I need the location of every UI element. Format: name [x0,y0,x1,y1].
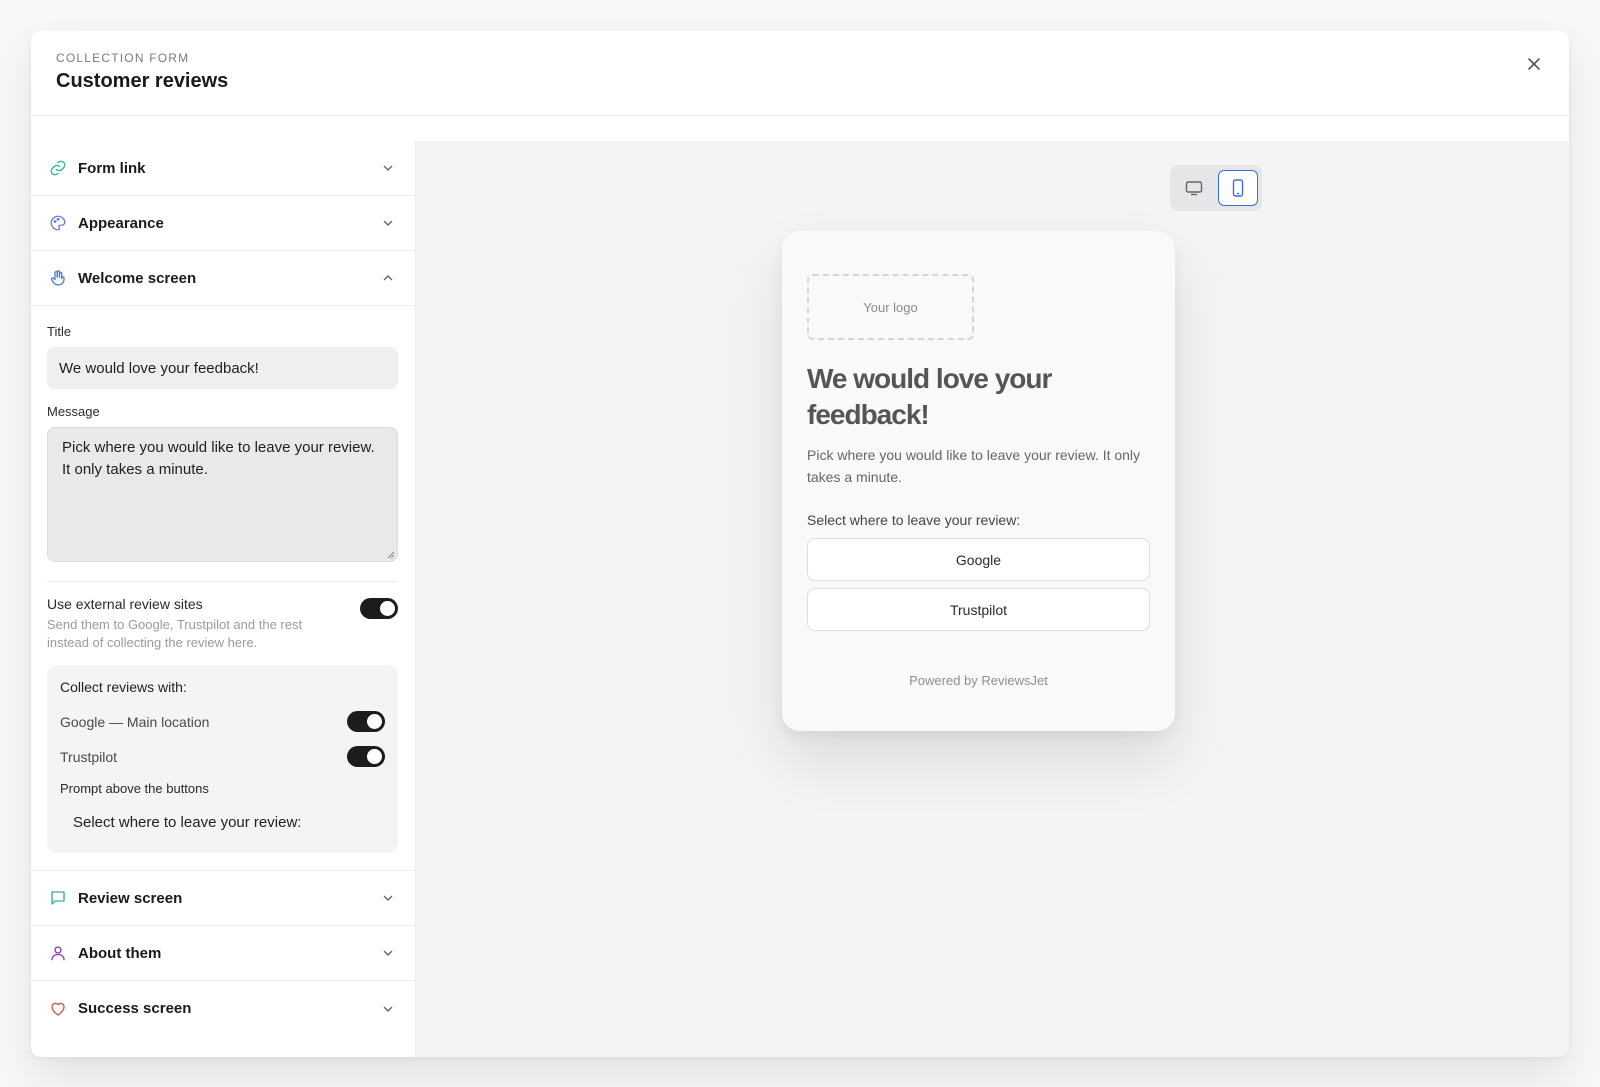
preview-title: We would love your feedback! [807,363,1052,430]
message-label: Message [47,404,100,419]
modal-title: Customer reviews [56,70,229,92]
external-sites-toggle[interactable] [360,598,398,619]
close-icon [1528,58,1540,70]
section-label: About them [78,944,162,962]
chevron-down-icon [381,161,395,175]
welcome-screen-panel: Title We would love your feedback! Messa… [31,306,415,871]
form-preview: Your logo We would love your feedback! P… [416,141,1569,1057]
logo-placeholder[interactable]: Your logo [807,274,974,340]
collect-title: Collect reviews with: [60,679,187,695]
section-label: Success screen [78,1000,192,1017]
site-label: Trustpilot [60,748,118,765]
desktop-view-button[interactable] [1174,170,1214,206]
external-sites-row: Use external review sites Send them to G… [47,596,398,652]
trustpilot-review-button[interactable]: Trustpilot [807,588,1150,631]
section-label: Review screen [78,889,183,907]
title-input[interactable]: We would love your feedback! [47,347,398,389]
heart-icon [47,998,69,1020]
prompt-label: Prompt above the buttons [60,781,209,796]
section-appearance[interactable]: Appearance [31,196,415,251]
trustpilot-toggle[interactable] [347,746,385,767]
prompt-input[interactable]: Select where to leave your review: [60,808,385,837]
close-button[interactable] [1523,53,1545,75]
site-label: Google — Main location [60,713,210,730]
chevron-down-icon [381,891,395,905]
section-form-link[interactable]: Form link [31,141,415,196]
google-review-button[interactable]: Google [807,538,1150,581]
palette-icon [47,212,69,234]
chevron-up-icon [381,271,395,285]
person-icon [47,942,69,964]
device-toggle [1170,165,1262,211]
chevron-down-icon [381,946,395,960]
section-welcome-screen[interactable]: Welcome screen [31,251,415,306]
chevron-down-icon [381,1002,395,1016]
mobile-icon [1232,179,1244,197]
settings-sidebar: Form link Appearance Welcome screen Titl… [31,141,416,1057]
external-sites-label: Use external review sites [47,596,203,612]
section-review-screen[interactable]: Review screen [31,871,415,926]
divider [47,581,398,582]
chat-bubble-icon [47,887,69,909]
title-label: Title [47,324,72,339]
section-success-screen[interactable]: Success screen [31,981,415,1036]
section-label: Form link [78,159,146,177]
preview-message: Pick where you would like to leave your … [807,447,1141,485]
mobile-view-button[interactable] [1218,170,1258,206]
section-label: Welcome screen [78,269,197,287]
site-row-google: Google — Main location [60,711,385,732]
message-textarea[interactable]: Pick where you would like to leave your … [47,427,398,562]
site-row-trustpilot: Trustpilot [60,746,385,767]
section-label: Appearance [78,214,164,232]
modal-header: COLLECTION FORM Customer reviews [31,31,1569,116]
hand-icon [47,267,69,289]
preview-prompt: Select where to leave your review: [807,512,1021,528]
section-about-them[interactable]: About them [31,926,415,981]
message-text: Pick where you would like to leave your … [62,439,375,478]
collection-form-modal: COLLECTION FORM Customer reviews Form li… [31,31,1569,1057]
google-toggle[interactable] [347,711,385,732]
powered-by: Powered by ReviewsJet [909,673,1048,688]
chevron-down-icon [381,216,395,230]
link-icon [47,157,69,179]
preview-card: Your logo We would love your feedback! P… [782,231,1175,731]
modal-eyebrow: COLLECTION FORM [56,51,190,65]
resize-grip-icon[interactable] [385,549,395,559]
external-sites-description: Send them to Google, Trustpilot and the … [47,617,303,650]
collect-reviews-box: Collect reviews with: Google — Main loca… [47,665,398,853]
desktop-icon [1185,181,1203,196]
